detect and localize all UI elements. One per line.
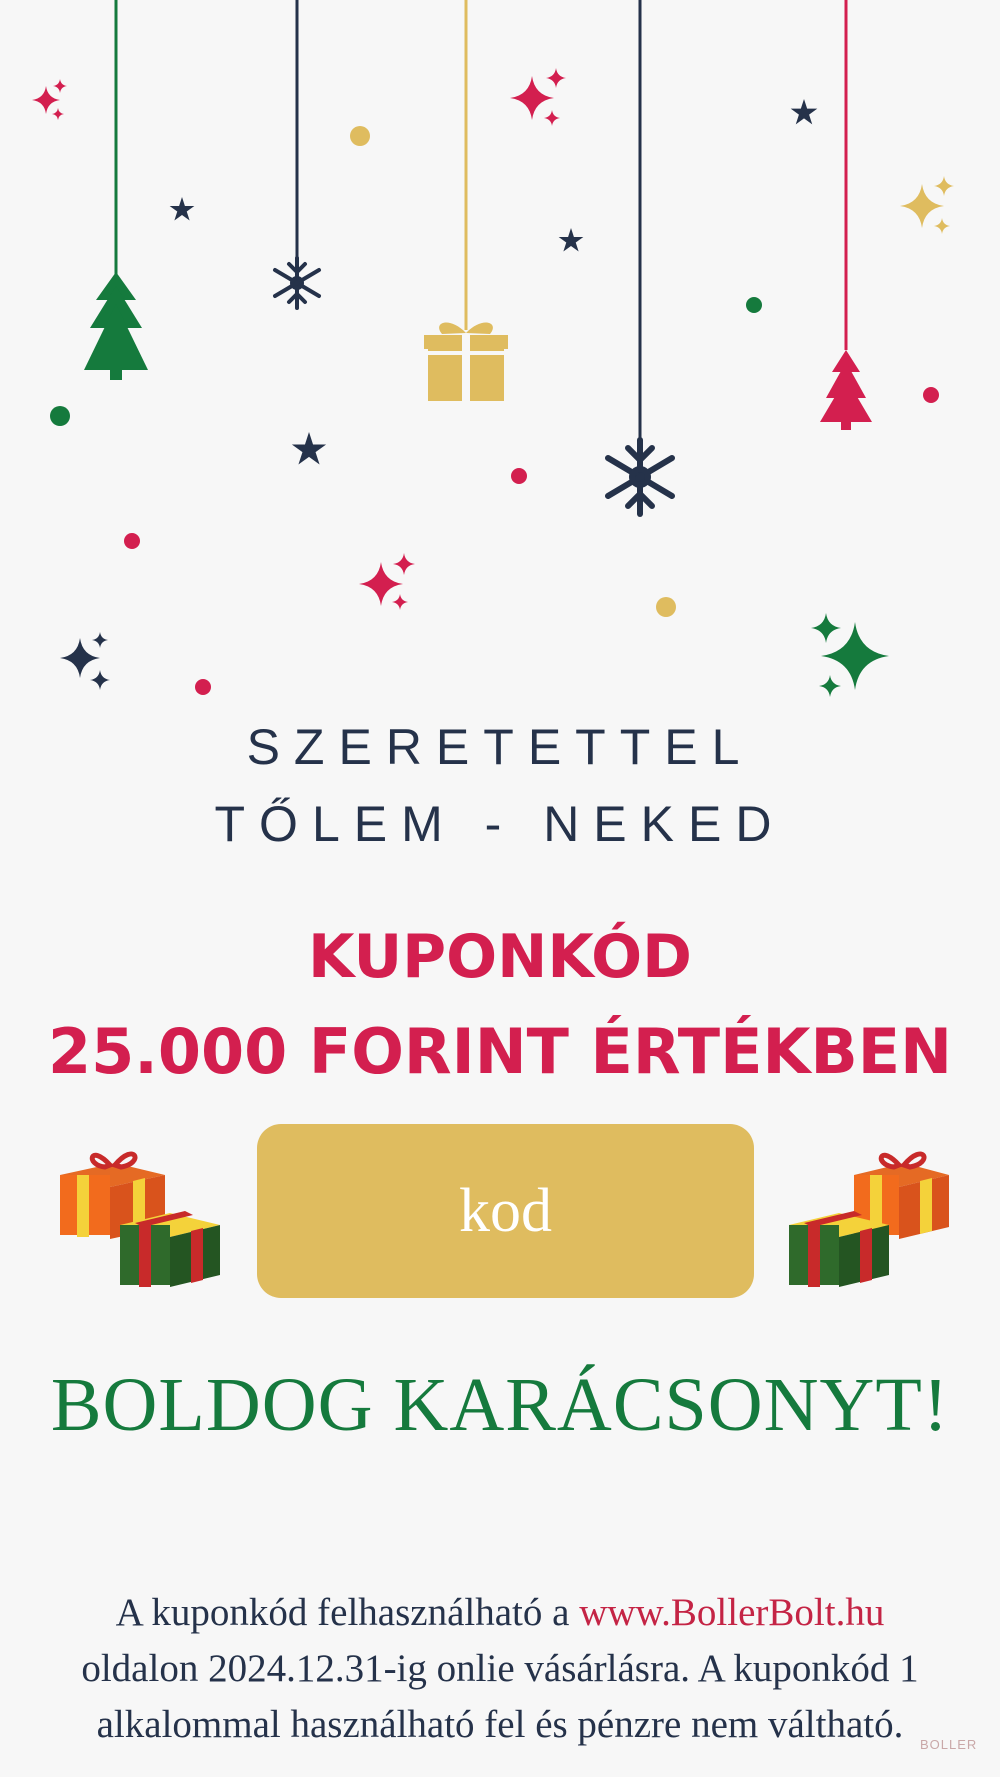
shop-link[interactable]: www.BollerBolt.hu bbox=[579, 1591, 884, 1634]
dot bbox=[656, 597, 676, 617]
snowflake-icon bbox=[273, 256, 321, 310]
ornament-decoration bbox=[32, 0, 954, 697]
christmas-tree-icon bbox=[84, 272, 148, 380]
sparkle-icon bbox=[359, 553, 415, 610]
gift-box-icon bbox=[60, 1151, 220, 1287]
dot bbox=[923, 387, 939, 403]
star-icon bbox=[169, 99, 818, 465]
gift-box-icon bbox=[789, 1151, 949, 1287]
coupon-title: KUPONKÓD bbox=[308, 922, 692, 992]
terms-line-3: alkalommal használható fel és pénzre nem… bbox=[96, 1703, 904, 1746]
coupon-code[interactable]: kod bbox=[459, 1176, 552, 1247]
terms-line-1: A kuponkód felhasználható a www.BollerBo… bbox=[0, 1585, 1000, 1641]
coupon-value: 25.000 FORINT ÉRTÉKBEN bbox=[48, 1015, 952, 1088]
dot bbox=[50, 406, 70, 426]
dot bbox=[746, 297, 762, 313]
gift-ornament-icon bbox=[424, 322, 508, 401]
dot bbox=[195, 679, 211, 695]
terms-prefix: A kuponkód felhasználható a bbox=[115, 1591, 580, 1634]
greeting-line-1: SZERETETTEL bbox=[246, 719, 754, 775]
christmas-greeting: BOLDOG KARÁCSONYT! bbox=[50, 1363, 950, 1447]
sparkle-icon bbox=[32, 79, 67, 120]
greeting-line-2: TŐLEM - NEKED bbox=[214, 796, 786, 852]
terms-text: A kuponkód felhasználható a www.BollerBo… bbox=[0, 1585, 1000, 1753]
dot bbox=[511, 468, 527, 484]
coupon-code-box[interactable]: kod bbox=[257, 1124, 754, 1298]
sparkle-icon bbox=[60, 632, 110, 690]
dot bbox=[124, 533, 140, 549]
sparkle-icon bbox=[510, 68, 566, 126]
dot bbox=[350, 126, 370, 146]
sparkle-icon bbox=[811, 613, 889, 697]
snowflake-icon bbox=[605, 437, 675, 517]
terms-line-2: oldalon 2024.12.31-ig onlie vásárlásra. … bbox=[81, 1647, 919, 1690]
christmas-tree-icon bbox=[820, 350, 872, 430]
brand-watermark: BOLLER bbox=[920, 1737, 978, 1752]
sparkle-icon bbox=[900, 176, 954, 234]
